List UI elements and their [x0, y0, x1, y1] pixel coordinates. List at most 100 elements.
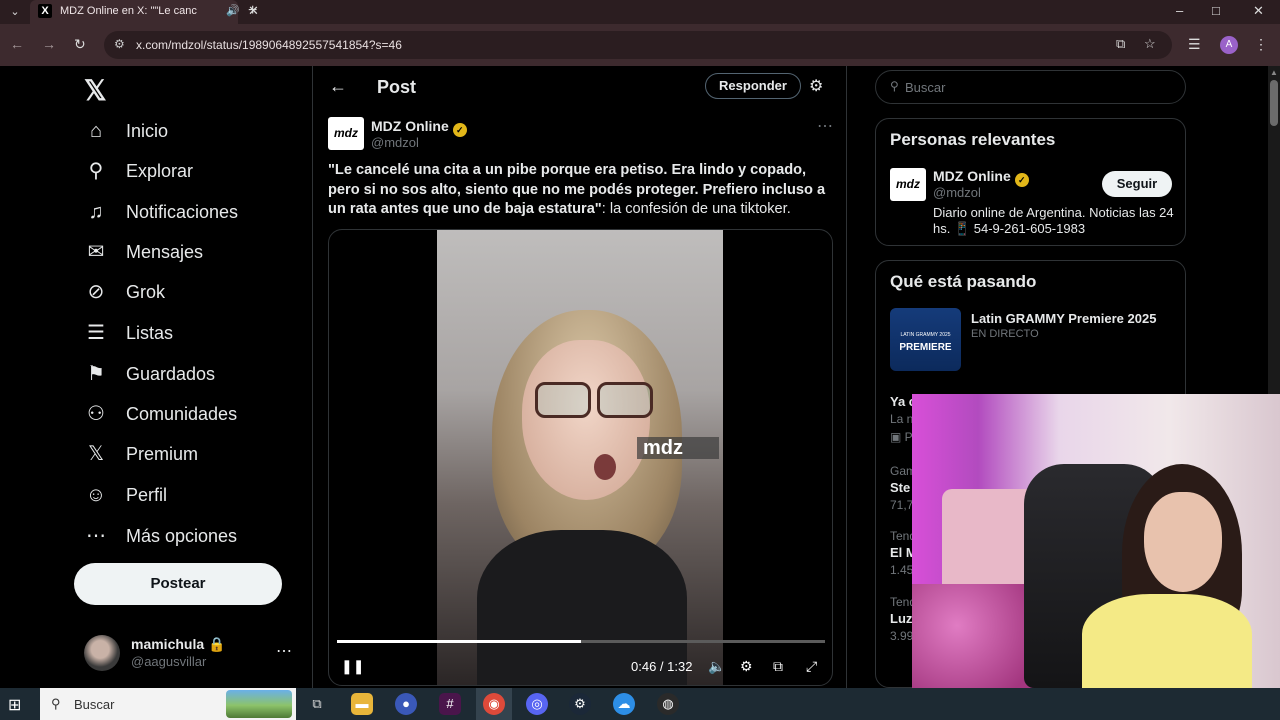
discord-icon[interactable]: ◎	[526, 693, 548, 715]
browser-menu-icon[interactable]: ⋮	[1254, 36, 1268, 53]
pip-icon[interactable]: ⧉	[773, 658, 783, 675]
url-text[interactable]: x.com/mdzol/status/1989064892557541854?s…	[136, 38, 402, 52]
account-handle: @aagusvillar	[131, 654, 207, 669]
nav-label: Notificaciones	[126, 202, 239, 222]
trend-thumbnail[interactable]: LATIN GRAMMY 2025 PREMIERE	[890, 308, 961, 371]
account-switcher[interactable]: mamichula 🔒 @aagusvillar ⋯	[84, 633, 296, 673]
verified-badge-icon: ✓	[1014, 173, 1029, 187]
close-window-button[interactable]: ✕	[1253, 3, 1264, 19]
speaker-icon[interactable]: 🔊	[226, 4, 240, 17]
video-subject-face	[522, 340, 650, 500]
list-icon: ☰	[87, 322, 105, 344]
new-tab-button[interactable]: +	[248, 2, 257, 20]
home-icon: ⌂	[89, 120, 103, 142]
file-explorer-icon[interactable]: ▬	[351, 693, 373, 715]
browser-toolbar: ← → ↻ ⚙ x.com/mdzol/status/1989064892557…	[0, 24, 1280, 66]
relevant-avatar[interactable]: mdz	[890, 168, 926, 201]
settings-gear-icon[interactable]: ⚙	[740, 658, 753, 675]
slack-icon[interactable]: #	[439, 693, 461, 715]
search-highlight-image	[226, 690, 292, 718]
scroll-up-icon[interactable]: ▲	[1270, 68, 1278, 77]
grok-icon: ⊘	[87, 281, 105, 303]
reply-button[interactable]: Responder	[705, 73, 801, 99]
video-watermark: mdz	[637, 437, 719, 459]
maximize-button[interactable]: □	[1212, 3, 1220, 18]
author-handle[interactable]: @mdzol	[371, 135, 419, 150]
author-name-text: MDZ Online	[371, 118, 449, 134]
account-name: mamichula 🔒	[131, 636, 226, 652]
volume-icon[interactable]: 🔈	[708, 658, 725, 675]
app-cloud-icon[interactable]: ☁	[613, 693, 635, 715]
nav-label: Explorar	[126, 161, 194, 181]
communities-icon: ⚇	[87, 403, 105, 425]
install-app-icon[interactable]: ⧉	[1116, 36, 1125, 52]
author-avatar[interactable]: mdz	[328, 117, 364, 150]
address-bar[interactable]: ⚙ x.com/mdzol/status/1989064892557541854…	[104, 31, 1172, 59]
windows-start-icon[interactable]: ⊞	[8, 695, 21, 715]
tab-title: MDZ Online en X: ""Le canc	[60, 5, 197, 17]
video-progress-bar[interactable]	[337, 640, 825, 643]
reload-icon[interactable]: ↻	[74, 36, 86, 53]
video-time: 0:46 / 1:32	[631, 659, 693, 674]
trend-partial[interactable]: Luz	[890, 611, 912, 626]
glasses-left	[535, 382, 591, 418]
x-premium-icon: 𝕏	[87, 443, 105, 465]
obs-icon[interactable]: ◍	[657, 693, 679, 715]
minimize-button[interactable]: –	[1176, 3, 1183, 18]
chrome-icon[interactable]: ◉	[483, 693, 505, 715]
trend-partial: La n	[890, 412, 914, 426]
relevant-handle[interactable]: @mdzol	[933, 185, 981, 200]
video-player[interactable]: mdz ❚❚ 0:46 / 1:32 🔈 ⚙ ⧉ ⤢	[328, 229, 833, 686]
sliders-icon[interactable]: ⚙	[809, 76, 823, 96]
nav-label: Comunidades	[126, 404, 238, 424]
scrollbar-thumb[interactable]	[1270, 80, 1278, 126]
more-icon: ⋯	[86, 525, 106, 547]
browser-tab-bar: ⌄ X MDZ Online en X: ""Le canc 🔊 ✕ + – □…	[0, 0, 1280, 24]
forward-arrow-icon[interactable]: →	[42, 36, 56, 52]
nav-label: Mensajes	[126, 242, 204, 262]
search-icon: ⚲	[890, 79, 899, 93]
video-progress-fill	[337, 640, 581, 643]
bookmark-star-icon[interactable]: ☆	[1144, 36, 1156, 52]
task-view-icon[interactable]: ⧉	[306, 693, 328, 715]
cam-person-top	[1082, 594, 1252, 688]
pause-icon[interactable]: ❚❚	[341, 658, 364, 675]
search-input[interactable]: ⚲ Buscar	[875, 70, 1186, 104]
more-dots-icon: ⋯	[276, 643, 292, 660]
back-arrow-icon[interactable]: ←	[10, 36, 24, 52]
steam-icon[interactable]: ⚙	[569, 693, 591, 715]
nav-label: Guardados	[126, 364, 216, 384]
windows-taskbar: ⊞ ⚲ Buscar ⧉ ▬ ● # ◉ ◎ ⚙ ☁ ◍	[0, 688, 1280, 720]
more-options-icon[interactable]: ⋯	[817, 116, 833, 136]
follow-button[interactable]: Seguir	[1102, 171, 1172, 197]
relevant-people-card: Personas relevantes mdz MDZ Online ✓ @mdz…	[875, 118, 1186, 246]
profile-avatar[interactable]: A	[1220, 36, 1238, 54]
media-control-icon[interactable]: ☰	[1188, 36, 1201, 53]
taskbar-search[interactable]: ⚲ Buscar	[40, 688, 296, 720]
tab-search-icon[interactable]: ⌄	[6, 3, 24, 21]
back-arrow-icon[interactable]: ←	[329, 76, 347, 97]
video-subject-mouth	[594, 454, 616, 480]
trend-partial[interactable]: Ste	[890, 480, 910, 495]
nav-label: Más opciones	[126, 526, 238, 546]
trend-title[interactable]: Latin GRAMMY Premiere 2025	[971, 311, 1156, 326]
trend-partial: 1.45	[890, 563, 914, 577]
card-title: Personas relevantes	[890, 130, 1056, 149]
trend-partial: 71,7	[890, 498, 914, 512]
trend-partial: 3.99	[890, 629, 914, 643]
avatar	[84, 635, 120, 671]
webcam-overlay	[912, 394, 1280, 688]
app-blue-icon[interactable]: ●	[395, 693, 417, 715]
browser-tab[interactable]: X MDZ Online en X: ""Le canc 🔊 ✕	[30, 0, 259, 24]
post-text-rest: : la confesión de una tiktoker.	[601, 201, 791, 217]
fullscreen-icon[interactable]: ⤢	[806, 658, 817, 675]
glasses-right	[597, 382, 653, 418]
taskbar-search-placeholder: Buscar	[74, 697, 115, 712]
x-logo-icon[interactable]: 𝕏	[84, 74, 107, 107]
search-icon: ⚲	[88, 160, 104, 182]
post-button[interactable]: Postear	[74, 563, 282, 605]
site-info-icon[interactable]: ⚙	[114, 37, 125, 51]
trend-partial: ▣ P	[890, 430, 913, 444]
post-text: "Le cancelé una cita a un pibe porque er…	[328, 161, 833, 220]
relevant-name-text: MDZ Online	[933, 168, 1011, 184]
